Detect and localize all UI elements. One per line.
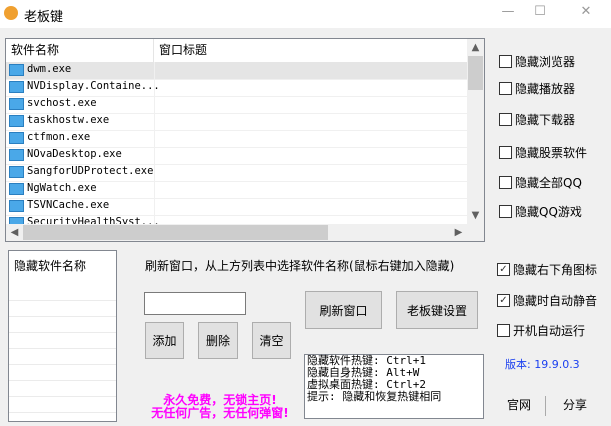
app-icon <box>9 115 24 127</box>
delete-button[interactable]: 删除 <box>198 322 238 359</box>
scroll-right-icon[interactable]: ▶ <box>450 224 467 241</box>
table-row[interactable]: NOvaDesktop.exe <box>6 147 467 165</box>
hide-option-checkbox-5[interactable]: 隐藏QQ游戏 <box>499 203 582 220</box>
instruction-text: 刷新窗口，从上方列表中选择软件名称(鼠标右键加入隐藏) <box>145 259 455 273</box>
scroll-thumb[interactable] <box>23 225 328 240</box>
app-icon <box>9 149 24 161</box>
process-name: SangforUDProtect.exe <box>27 165 154 177</box>
add-button[interactable]: 添加 <box>145 322 184 359</box>
process-name: NOvaDesktop.exe <box>27 148 122 160</box>
process-name: NVDisplay.Containe... <box>27 80 160 92</box>
hide-option-checkbox-1[interactable]: 隐藏播放器 <box>499 80 575 97</box>
clear-button[interactable]: 清空 <box>252 322 291 359</box>
table-row[interactable]: TSVNCache.exe <box>6 198 467 216</box>
table-row[interactable]: NVDisplay.Containe... <box>6 79 467 97</box>
app-icon <box>9 98 24 110</box>
app-icon <box>9 183 24 195</box>
process-name: TSVNCache.exe <box>27 199 110 211</box>
checkbox-label: 隐藏下载器 <box>515 113 576 127</box>
setting-checkbox-1[interactable]: ✓ 隐藏时自动静音 <box>497 292 597 309</box>
table-row[interactable]: svchost.exe <box>6 96 467 114</box>
checkbox[interactable] <box>499 146 512 159</box>
horizontal-scrollbar[interactable]: ◀ ▶ <box>6 224 484 241</box>
checkbox[interactable] <box>499 55 512 68</box>
software-name-input[interactable] <box>144 292 246 315</box>
promo-text: 无任何广告，无任何弹窗! <box>151 406 289 420</box>
checkbox[interactable] <box>499 82 512 95</box>
column-header-title[interactable]: 窗口标题 <box>154 39 468 62</box>
process-name: ctfmon.exe <box>27 131 91 143</box>
checkbox-label: 开机自动运行 <box>513 324 586 338</box>
process-name: svchost.exe <box>27 97 97 109</box>
process-list[interactable]: 软件名称 窗口标题 dwm.exe NVDisplay.Containe... sv… <box>5 38 485 242</box>
hide-option-checkbox-3[interactable]: 隐藏股票软件 <box>499 144 587 161</box>
setting-checkbox-0[interactable]: ✓ 隐藏右下角图标 <box>497 261 597 278</box>
checkbox-label: 隐藏播放器 <box>515 82 576 96</box>
scroll-left-icon[interactable]: ◀ <box>6 224 23 241</box>
window-title: 老板键 <box>24 10 64 25</box>
checkbox[interactable]: ✓ <box>497 294 510 307</box>
hidden-list-header: 隐藏软件名称 <box>14 259 87 273</box>
checkbox[interactable] <box>499 176 512 189</box>
boss-key-settings-button[interactable]: 老板键设置 <box>396 291 478 329</box>
refresh-button[interactable]: 刷新窗口 <box>305 291 382 329</box>
checkbox-label: 隐藏QQ游戏 <box>515 205 582 219</box>
hotkey-line: 提示: 隐藏和恢复热键相同 <box>307 390 442 403</box>
scroll-down-icon[interactable]: ▼ <box>467 207 484 224</box>
checkbox[interactable] <box>499 205 512 218</box>
scroll-thumb[interactable] <box>468 56 483 90</box>
website-button[interactable]: 官网 <box>507 396 531 413</box>
table-row[interactable]: NgWatch.exe <box>6 181 467 199</box>
close-button[interactable]: ✕ <box>566 4 606 24</box>
table-row[interactable]: SangforUDProtect.exe <box>6 164 467 182</box>
checkbox[interactable] <box>499 113 512 126</box>
checkbox-label: 隐藏全部QQ <box>515 176 582 190</box>
version-label: 版本: 19.9.0.3 <box>505 358 580 371</box>
app-icon <box>9 81 24 93</box>
hide-option-checkbox-0[interactable]: 隐藏浏览器 <box>499 53 575 70</box>
table-row[interactable]: dwm.exe <box>6 62 467 80</box>
column-header-name[interactable]: 软件名称 <box>6 39 154 62</box>
scroll-up-icon[interactable]: ▲ <box>467 39 484 56</box>
app-icon <box>9 166 24 178</box>
process-name: dwm.exe <box>27 63 72 75</box>
checkbox[interactable]: ✓ <box>497 263 510 276</box>
hide-option-checkbox-4[interactable]: 隐藏全部QQ <box>499 174 582 191</box>
hidden-software-list[interactable]: 隐藏软件名称 <box>8 250 117 422</box>
table-row[interactable]: taskhostw.exe <box>6 113 467 131</box>
app-icon <box>9 132 24 144</box>
checkbox-label: 隐藏股票软件 <box>515 146 588 160</box>
checkbox-label: 隐藏时自动静音 <box>513 294 598 308</box>
checkbox-label: 隐藏右下角图标 <box>513 263 598 277</box>
title-bar: 老板键 — ☐ ✕ <box>0 0 611 28</box>
process-name: NgWatch.exe <box>27 182 97 194</box>
hotkey-info-box: 隐藏软件热键: Ctrl+1 隐藏自身热键: Alt+W 虚拟桌面热键: Ctr… <box>304 354 484 419</box>
checkbox-label: 隐藏浏览器 <box>515 55 576 69</box>
checkbox[interactable] <box>497 324 510 337</box>
share-button[interactable]: 分享 <box>563 396 587 413</box>
maximize-button[interactable]: ☐ <box>520 4 560 24</box>
app-icon <box>9 64 24 76</box>
hide-option-checkbox-2[interactable]: 隐藏下载器 <box>499 111 575 128</box>
table-row[interactable]: ctfmon.exe <box>6 130 467 148</box>
setting-checkbox-2[interactable]: 开机自动运行 <box>497 322 585 339</box>
app-icon <box>9 200 24 212</box>
vertical-scrollbar[interactable]: ▲ ▼ <box>467 39 484 224</box>
app-icon <box>4 6 18 20</box>
process-name: taskhostw.exe <box>27 114 110 126</box>
